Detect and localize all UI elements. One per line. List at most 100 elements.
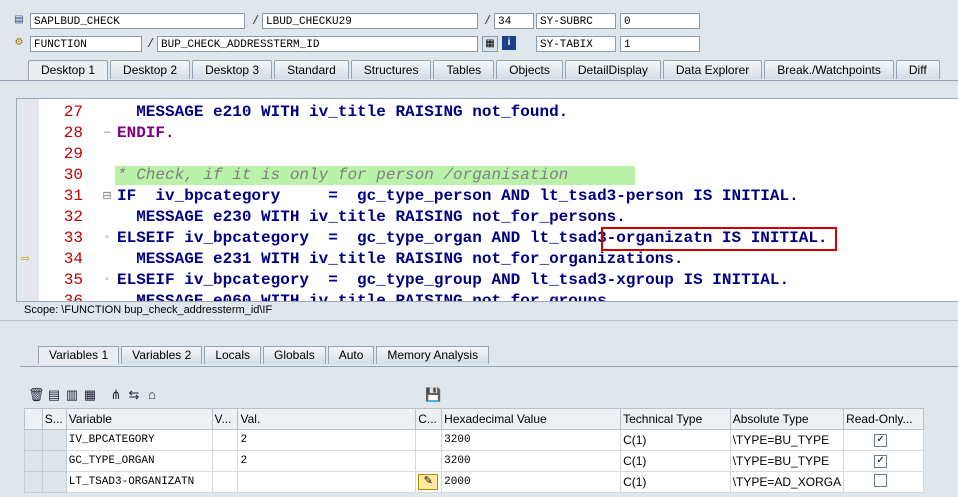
fold-dot: ◦ (105, 273, 109, 285)
include-field[interactable]: LBUD_CHECKU29 (262, 13, 478, 29)
column-header[interactable]: V... (211, 408, 239, 430)
hierarchy-icon[interactable]: ⋔ (108, 387, 124, 403)
absolute-type-cell: \TYPE=BU_TYPE (729, 429, 845, 451)
tab-desktop-3[interactable]: Desktop 3 (192, 60, 273, 79)
export-icon[interactable]: ▦ (82, 387, 98, 403)
function-name-field[interactable]: BUP_CHECK_ADDRESSTERM_ID (157, 36, 478, 52)
read-only-checkbox (874, 473, 888, 487)
display-object-icon[interactable]: ▦ (482, 36, 498, 52)
column-header[interactable]: Technical Type (620, 408, 731, 430)
tab-variables-1[interactable]: Variables 1 (38, 346, 120, 364)
row-selector[interactable] (24, 429, 43, 451)
row-selector[interactable] (24, 471, 43, 493)
tab-tables[interactable]: Tables (433, 60, 495, 79)
sy-tabix-label: SY-TABIX (536, 36, 616, 52)
program-icon: ▤ (14, 14, 24, 25)
technical-type-cell: C(1) (620, 450, 731, 472)
table-row[interactable]: GC_TYPE_ORGAN 2 3200 C(1) \TYPE=BU_TYPE … (24, 450, 924, 472)
line-field[interactable]: 34 (494, 13, 534, 29)
function-icon: ⚙ (14, 37, 24, 48)
lower-tab-divider (20, 366, 958, 367)
fold-line: – (103, 126, 111, 138)
column-header[interactable]: Absolute Type (729, 408, 845, 430)
breakpoint-gutter[interactable] (17, 99, 39, 301)
line-number: 28 (63, 124, 83, 142)
line-number: 29 (63, 145, 83, 163)
info-icon[interactable]: i (502, 36, 516, 50)
status-cell (41, 429, 67, 451)
variable-cell[interactable]: IV_BPCATEGORY (65, 429, 213, 451)
tab-desktop-1[interactable]: Desktop 1 (28, 60, 109, 80)
tab-detaildisplay[interactable]: DetailDisplay (564, 60, 661, 79)
tab-auto[interactable]: Auto (327, 346, 375, 364)
folder-icon[interactable]: ⌂ (144, 387, 160, 403)
tab-breakpoints[interactable]: Break./Watchpoints (764, 60, 894, 79)
variable-cell[interactable]: LT_TSAD3-ORGANIZATN (65, 471, 213, 493)
view-cell (211, 450, 239, 472)
tab-desktop-2[interactable]: Desktop 2 (110, 60, 191, 79)
tab-memory-analysis[interactable]: Memory Analysis (376, 346, 490, 364)
delete-icon[interactable]: 🗑 (28, 387, 45, 403)
hex-value-cell: 2000 (441, 471, 622, 493)
line-number: 30 (63, 166, 83, 184)
desktop-tabs: Desktop 1 Desktop 2 Desktop 3 Standard S… (28, 60, 942, 80)
code-line: IF iv_bpcategory = gc_type_person AND lt… (117, 187, 799, 205)
variable-cell[interactable]: GC_TYPE_ORGAN (65, 450, 213, 472)
column-header[interactable]: C... (415, 408, 443, 430)
value-cell[interactable]: 2 (237, 450, 417, 472)
collapse-icon[interactable]: ⊟ (101, 189, 113, 202)
transfer-icon[interactable]: ⇆ (126, 387, 142, 403)
status-cell (41, 450, 67, 472)
hex-value-cell: 3200 (441, 429, 622, 451)
type-field[interactable]: FUNCTION (30, 36, 142, 52)
read-only-cell (843, 471, 924, 493)
absolute-type-cell: \TYPE=BU_TYPE (729, 450, 845, 472)
column-header[interactable]: S... (41, 408, 67, 430)
tab-data-explorer[interactable]: Data Explorer (662, 60, 763, 79)
value-cell[interactable] (237, 471, 417, 493)
comment-line: * Check, if it is only for person /organ… (117, 166, 569, 184)
column-header[interactable]: Hexadecimal Value (441, 408, 622, 430)
sy-subrc-value[interactable]: 0 (620, 13, 700, 29)
tab-globals[interactable]: Globals (263, 346, 326, 364)
hex-value-cell: 3200 (441, 450, 622, 472)
row-selector[interactable] (24, 450, 43, 472)
table-row[interactable]: IV_BPCATEGORY 2 3200 C(1) \TYPE=BU_TYPE … (24, 429, 924, 451)
tab-locals[interactable]: Locals (204, 346, 261, 364)
table-row[interactable]: LT_TSAD3-ORGANIZATN ✎ 2000 C(1) \TYPE=AD… (24, 471, 924, 493)
code-line: ELSEIF iv_bpcategory = gc_type_group AND… (117, 271, 790, 289)
status-cell (41, 471, 67, 493)
separator: / (252, 14, 260, 28)
selection-highlight-box (601, 227, 837, 251)
change-cell (415, 429, 443, 451)
tab-objects[interactable]: Objects (496, 60, 563, 79)
sy-tabix-value[interactable]: 1 (620, 36, 700, 52)
tab-divider (0, 80, 958, 81)
tab-diff[interactable]: Diff (895, 60, 940, 79)
column-header[interactable]: Read-Only... (843, 408, 924, 430)
read-only-checkbox: ✓ (874, 454, 888, 468)
value-cell[interactable]: 2 (237, 429, 417, 451)
code-line: MESSAGE e210 WITH iv_title RAISING not_f… (117, 103, 569, 121)
fold-dot: ◦ (105, 231, 109, 243)
pane-divider[interactable] (0, 320, 958, 321)
line-number: 33 (63, 229, 83, 247)
change-cell[interactable]: ✎ (415, 471, 443, 493)
filter-icon[interactable]: ▥ (64, 387, 80, 403)
pencil-icon[interactable]: ✎ (418, 474, 439, 490)
program-field[interactable]: SAPLBUD_CHECK (30, 13, 245, 29)
save-icon[interactable]: 💾 (425, 387, 441, 403)
details-icon[interactable]: ▤ (46, 387, 62, 403)
technical-type-cell: C(1) (620, 471, 731, 493)
code-line: MESSAGE e060 WITH iv_title RAISING not_f… (117, 292, 617, 302)
absolute-type-cell: \TYPE=AD_XORGA (729, 471, 845, 493)
column-header[interactable]: Variable (65, 408, 213, 430)
view-cell (211, 471, 239, 493)
line-number: 36 (63, 292, 83, 302)
row-selector-header[interactable] (24, 408, 43, 430)
column-header[interactable]: Val. (237, 408, 417, 430)
tab-standard[interactable]: Standard (274, 60, 349, 79)
tab-variables-2[interactable]: Variables 2 (121, 346, 203, 364)
source-code-panel[interactable]: 27 28 29 30 31 32 33 34 35 36 – ⊟ ◦ ◦ ⇨ … (16, 98, 958, 302)
tab-structures[interactable]: Structures (350, 60, 432, 79)
